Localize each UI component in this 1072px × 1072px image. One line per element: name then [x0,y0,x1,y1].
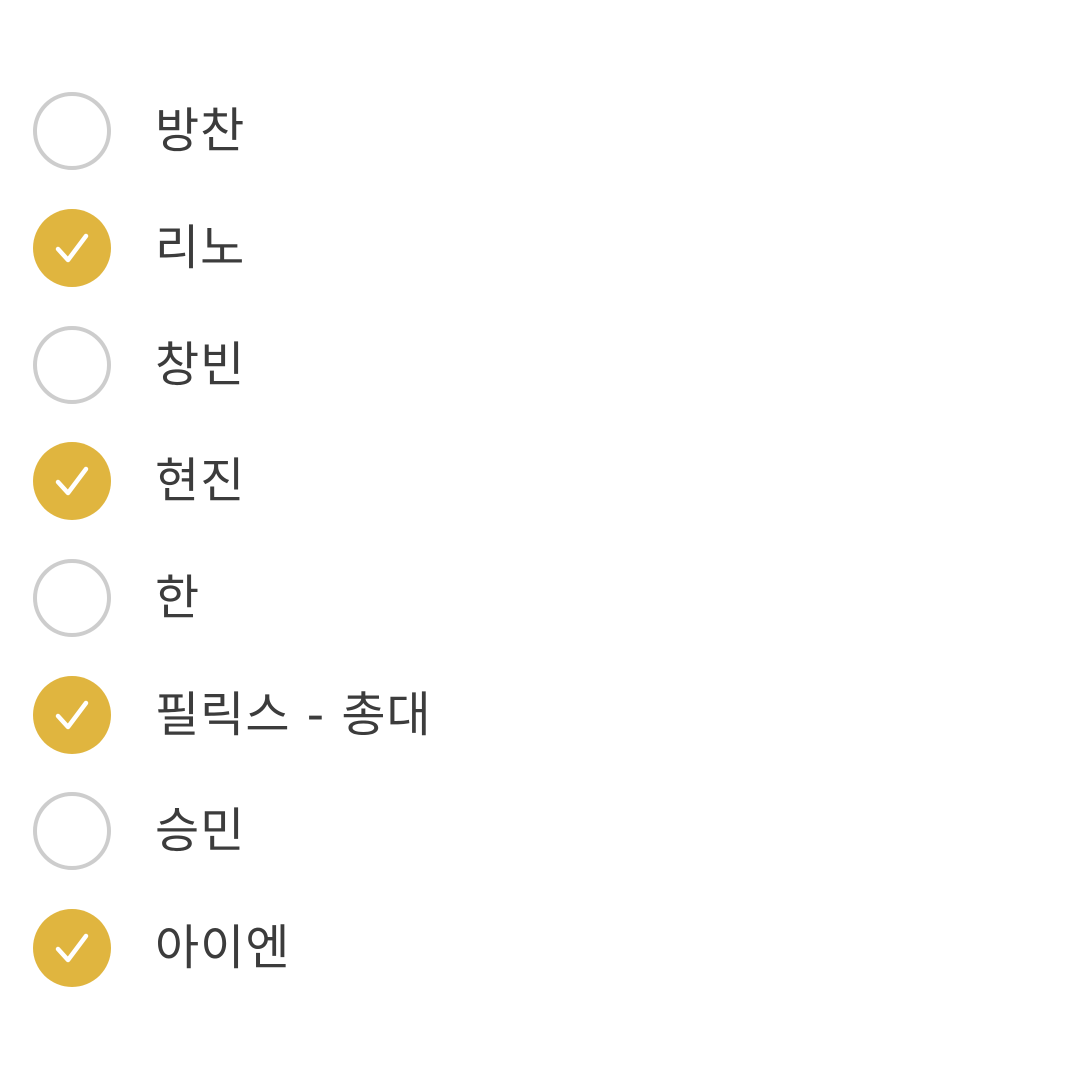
item-label: 현진 [155,453,246,510]
item-label: 방찬 [155,103,246,160]
check-icon [55,233,89,263]
checkbox-unchecked[interactable] [33,559,111,638]
list-item[interactable]: 한 [0,540,1072,657]
list-item[interactable]: 아이엔 [0,890,1072,1007]
checkbox-unchecked[interactable] [33,92,111,171]
item-label: 창빈 [155,336,246,393]
list-item[interactable]: 필릭스 - 총대 [0,656,1072,773]
checkbox-checked[interactable] [33,209,111,288]
checkbox-unchecked[interactable] [33,792,111,871]
item-label: 필릭스 - 총대 [155,686,432,743]
list-item[interactable]: 방찬 [0,73,1072,190]
list-item[interactable]: 현진 [0,423,1072,540]
item-label: 한 [155,570,201,627]
list-item[interactable]: 리노 [0,190,1072,307]
checkbox-unchecked[interactable] [33,325,111,404]
check-icon [55,933,89,963]
checkbox-checked[interactable] [33,909,111,988]
checkbox-checked[interactable] [33,442,111,521]
item-label: 승민 [155,803,246,860]
checkbox-checked[interactable] [33,675,111,754]
check-icon [55,467,89,496]
list-item[interactable]: 승민 [0,773,1072,890]
item-label: 아이엔 [155,920,291,977]
check-icon [55,700,89,730]
member-checklist: 방찬 리노 창빈 현진 한 필릭스 - 총대 승민 아이엔 [0,73,1072,1007]
list-item[interactable]: 창빈 [0,306,1072,423]
item-label: 리노 [155,220,246,277]
